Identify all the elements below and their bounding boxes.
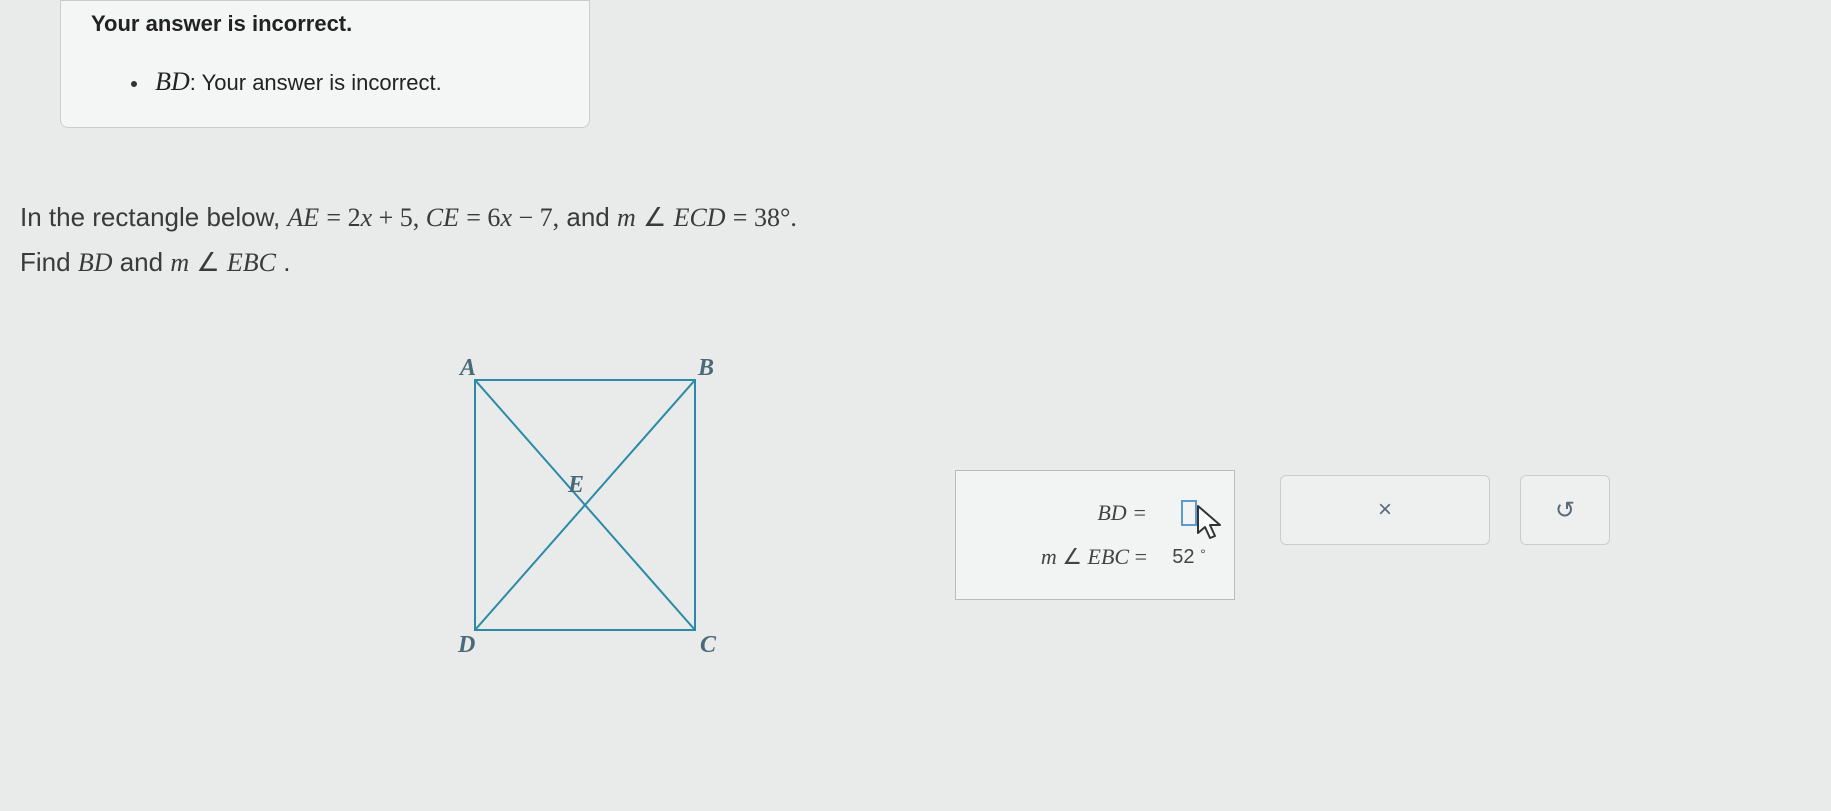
eq3: = 38°. bbox=[733, 203, 797, 232]
ebc-input[interactable]: 52 ° bbox=[1159, 546, 1219, 569]
eq2: = 6x − 7, bbox=[466, 203, 559, 232]
degree-unit: ° bbox=[1200, 546, 1206, 562]
answer-row-ebc: m ∠ EBC = 52 ° bbox=[971, 535, 1219, 579]
feedback-item: BD: Your answer is incorrect. bbox=[131, 67, 559, 97]
text: = bbox=[1135, 544, 1147, 569]
var-m: m bbox=[617, 203, 636, 232]
var-ce: CE bbox=[426, 203, 459, 232]
ebc-label: m ∠ EBC = bbox=[1041, 544, 1147, 570]
rectangle-diagram: A B C D E bbox=[440, 350, 730, 660]
label-c: C bbox=[700, 632, 717, 658]
feedback-title: Your answer is incorrect. bbox=[91, 11, 559, 37]
feedback-var: BD bbox=[155, 67, 190, 96]
answer-row-bd: BD = bbox=[971, 491, 1219, 535]
feedback-sep: : bbox=[190, 70, 202, 95]
action-buttons: × ↻ bbox=[1280, 475, 1610, 545]
var-ebc: EBC bbox=[227, 248, 276, 277]
text: and bbox=[120, 247, 171, 277]
var-bd: BD bbox=[78, 248, 113, 277]
angle-icon: ∠ bbox=[1062, 544, 1082, 569]
redo-button[interactable]: ↻ bbox=[1520, 475, 1610, 545]
close-icon: × bbox=[1378, 496, 1392, 524]
problem-statement: In the rectangle below, AE = 2x + 5, CE … bbox=[20, 195, 797, 285]
label-a: A bbox=[458, 355, 476, 381]
var-ecd: ECD bbox=[674, 203, 726, 232]
problem-line-1: In the rectangle below, AE = 2x + 5, CE … bbox=[20, 195, 797, 240]
text: BD = bbox=[1097, 500, 1147, 525]
label-e: E bbox=[567, 472, 584, 498]
text: EBC bbox=[1088, 544, 1130, 569]
text: Find bbox=[20, 247, 78, 277]
ebc-value: 52 bbox=[1172, 546, 1194, 568]
text: and bbox=[566, 202, 617, 232]
var-m: m bbox=[170, 248, 189, 277]
label-d: D bbox=[457, 632, 475, 658]
bullet-icon bbox=[131, 81, 137, 87]
clear-button[interactable]: × bbox=[1280, 475, 1490, 545]
text: . bbox=[283, 247, 290, 277]
text: In the rectangle below, bbox=[20, 202, 287, 232]
eq1: = 2x + 5, bbox=[326, 203, 425, 232]
text: m bbox=[1041, 544, 1057, 569]
feedback-msg: Your answer is incorrect. bbox=[202, 70, 442, 95]
cursor-icon bbox=[1193, 503, 1233, 543]
problem-line-2: Find BD and m ∠ EBC . bbox=[20, 240, 797, 285]
bd-label: BD = bbox=[1097, 500, 1147, 526]
feedback-box: Your answer is incorrect. BD: Your answe… bbox=[60, 0, 590, 128]
angle-icon: ∠ bbox=[643, 203, 666, 232]
var-ae: AE bbox=[287, 203, 319, 232]
angle-icon: ∠ bbox=[196, 248, 219, 277]
label-b: B bbox=[697, 355, 714, 381]
redo-icon: ↻ bbox=[1555, 496, 1575, 525]
